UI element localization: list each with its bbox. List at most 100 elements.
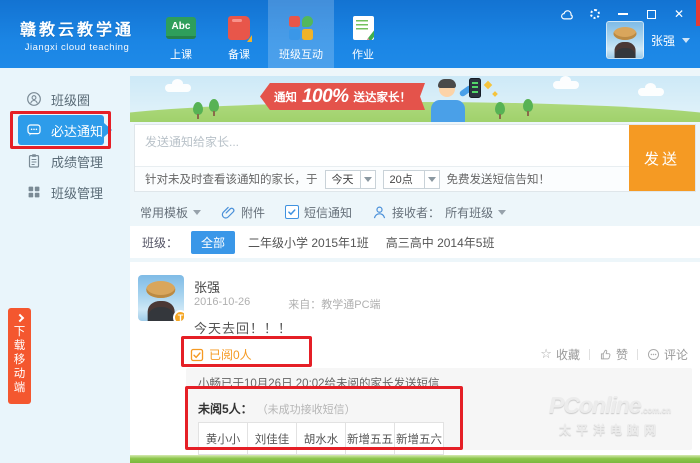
divider [589, 349, 590, 360]
chat-bubble-icon [26, 122, 42, 138]
post-content: 今天去回！！！ [194, 318, 292, 337]
sms-schedule-row: 针对未及时查看该通知的家长，于 今天 20点 免费发送短信告知！ [135, 166, 629, 191]
cloud-art [553, 81, 579, 89]
receiver-value: 所有班级 [445, 204, 493, 221]
unread-count-label: 未阅5人： [198, 400, 253, 417]
day-select-value: 今天 [326, 171, 360, 187]
day-select[interactable]: 今天 [325, 170, 376, 189]
hour-select[interactable]: 20点 [383, 170, 440, 189]
sparkle-art [484, 81, 492, 89]
user-avatar [606, 21, 644, 59]
app-window: 赣教云教学通 Jiangxi cloud teaching Abc 上课 备课 … [0, 0, 700, 463]
sms-hint-prefix: 针对未及时查看该通知的家长，于 [145, 171, 318, 187]
paperclip-icon [221, 205, 236, 220]
close-icon[interactable]: ✕ [672, 7, 686, 21]
favorite-button[interactable]: ☆ 收藏 [540, 346, 580, 363]
grid-squares-icon [26, 184, 42, 200]
receiver-dropdown[interactable]: 接收者： 所有班级 [372, 204, 506, 221]
sidebar-item-label: 班级管理 [51, 183, 103, 202]
nav-tab-lesson[interactable]: Abc 上课 [152, 0, 210, 68]
user-menu[interactable]: 张强 [606, 21, 690, 59]
sidebar-item-label: 成绩管理 [51, 152, 103, 171]
person-icon [372, 205, 387, 220]
compose-card: 针对未及时查看该通知的家长，于 今天 20点 免费发送短信告知！ 发送 [134, 124, 696, 192]
favorite-label: 收藏 [556, 346, 580, 363]
post-actions: ☆ 收藏 赞 评论 [540, 346, 688, 363]
sidebar: 班级圈 必达通知 成绩管理 [0, 68, 130, 463]
banner-ribbon: 通知 100% 送达家长！ [260, 83, 425, 110]
chevron-down-icon [424, 171, 439, 188]
comment-label: 评论 [664, 346, 688, 363]
filter-label: 班级： [142, 234, 178, 251]
ribbon-text: 通知 [274, 89, 297, 105]
sidebar-item-label: 班级圈 [51, 90, 90, 109]
unread-summary: 未阅5人： （未成功接收短信） [198, 400, 680, 417]
post-date: 2016-10-26 [194, 296, 250, 312]
post-meta: 2016-10-26 来自：教学通PC端 [194, 296, 381, 312]
teacher-badge-icon: T [173, 310, 184, 321]
notice-post-card: T 张强 2016-10-26 来自：教学通PC端 今天去回！！！ 已阅0人 ☆… [130, 262, 700, 455]
sidebar-item-class-circle[interactable]: 班级圈 [0, 84, 130, 114]
comment-bubble-icon [647, 348, 660, 361]
sms-status-box: 小畅已于10月26日 20:02给未阅的家长发送短信 未阅5人： （未成功接收短… [186, 368, 692, 450]
logo-subtitle: Jiangxi cloud teaching [20, 42, 134, 53]
sms-sent-info: 小畅已于10月26日 20:02给未阅的家长发送短信 [198, 375, 680, 391]
logo-title: 赣教云教学通 [20, 16, 134, 40]
sidebar-item-label: 必达通知 [51, 121, 103, 140]
chevron-down-icon [360, 171, 375, 188]
unread-name-cell[interactable]: 新增五六 [394, 422, 444, 455]
maximize-button[interactable] [644, 7, 658, 21]
unread-name-cell[interactable]: 黄小小 [198, 422, 248, 455]
cloud-sync-icon[interactable] [560, 7, 574, 21]
filter-class-option[interactable]: 二年级小学 2015年1班 [248, 234, 369, 251]
download-tab-label: 下载移动端 [13, 325, 26, 395]
window-controls: ✕ [560, 7, 686, 21]
filter-all-chip[interactable]: 全部 [191, 231, 235, 254]
download-mobile-tab[interactable]: 下载移动端 [8, 308, 31, 404]
class-filter-row: 班级： 全部 二年级小学 2015年1班 高三高中 2014年5班 [130, 226, 700, 258]
tree-art [209, 99, 219, 112]
cartoon-man-with-phone [425, 80, 481, 122]
ribbon-percent: 100% [302, 86, 349, 108]
tree-art [193, 102, 203, 115]
chalkboard-icon: Abc [166, 15, 196, 41]
thumbs-up-icon [599, 348, 612, 361]
sidebar-item-notifications[interactable]: 必达通知 [18, 115, 104, 145]
close-button-edge[interactable] [696, 0, 700, 26]
tree-art [495, 102, 505, 115]
attachment-button[interactable]: 附件 [221, 204, 265, 221]
post-author-avatar: T [138, 275, 184, 321]
sidebar-item-class-management[interactable]: 班级管理 [0, 177, 130, 207]
minimize-button[interactable] [616, 7, 630, 21]
nav-label: 班级互动 [279, 46, 323, 62]
like-button[interactable]: 赞 [599, 346, 628, 363]
unread-name-cell[interactable]: 刘佳佳 [247, 422, 297, 455]
chevron-down-icon [498, 210, 506, 215]
read-count-button[interactable]: 已阅0人 [190, 346, 252, 363]
nav-label: 作业 [352, 46, 374, 62]
nav-label: 上课 [170, 46, 192, 62]
person-circle-icon [26, 91, 42, 107]
settings-gear-icon[interactable] [588, 7, 602, 21]
book-icon [228, 15, 250, 41]
divider [637, 349, 638, 360]
sparkle-art [492, 91, 498, 97]
unread-name-cell[interactable]: 新增五五 [345, 422, 395, 455]
read-count-label: 已阅0人 [209, 346, 252, 363]
template-dropdown[interactable]: 常用模板 [140, 204, 201, 221]
bottom-green-strip [130, 455, 700, 463]
nav-tab-prepare[interactable]: 备课 [210, 0, 268, 68]
unread-name-cell[interactable]: 胡水水 [296, 422, 346, 455]
nav-tab-class-interaction[interactable]: 班级互动 [268, 0, 334, 68]
chevron-down-icon [193, 210, 201, 215]
filter-class-option[interactable]: 高三高中 2014年5班 [386, 234, 495, 251]
notice-input[interactable] [135, 125, 629, 167]
sms-notify-checkbox[interactable]: 短信通知 [285, 204, 352, 221]
sidebar-item-grades[interactable]: 成绩管理 [0, 146, 130, 176]
comment-button[interactable]: 评论 [647, 346, 688, 363]
nav-tab-homework[interactable]: 作业 [334, 0, 392, 68]
post-author-name: 张强 [194, 277, 220, 296]
hour-select-value: 20点 [384, 171, 424, 187]
send-button[interactable]: 发送 [629, 125, 695, 191]
post-source: 来自：教学通PC端 [288, 296, 380, 312]
